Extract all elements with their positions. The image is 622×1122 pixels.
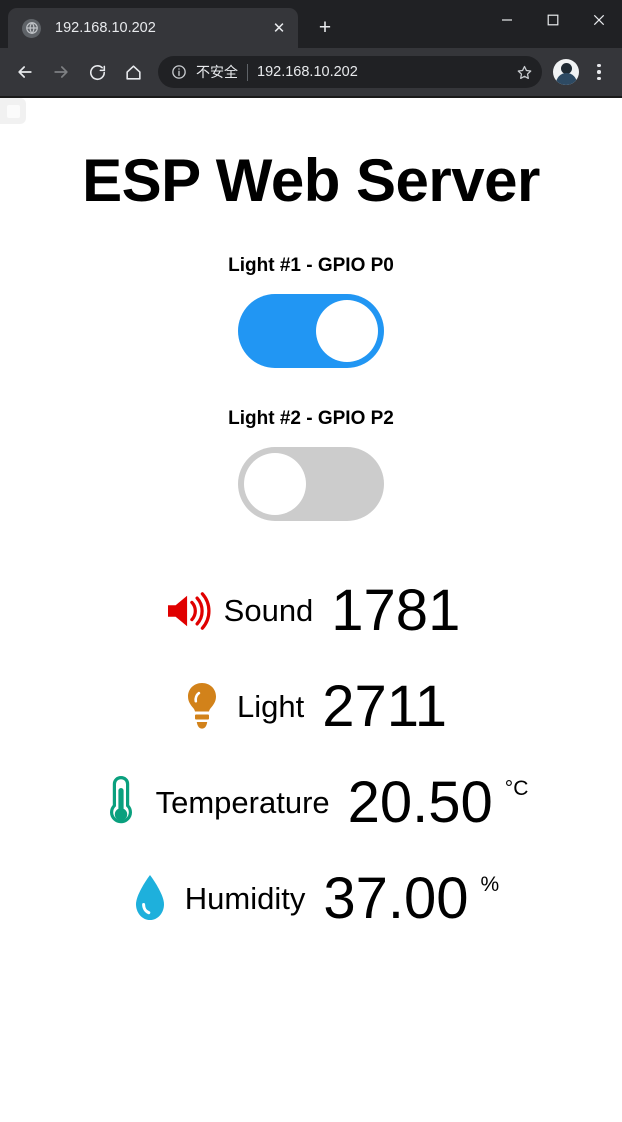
info-circle-icon[interactable] — [170, 63, 188, 81]
menu-dot — [597, 70, 601, 74]
page-viewport: ESP Web Server Light #1 - GPIO P0 Light … — [0, 98, 622, 1122]
page-corner-widget — [0, 98, 26, 124]
menu-dot — [597, 76, 601, 81]
maximize-icon[interactable] — [530, 0, 576, 40]
toggle-light1[interactable] — [238, 294, 384, 368]
page-title: ESP Web Server — [82, 147, 540, 214]
reading-light-value: 2711 — [322, 674, 447, 739]
avatar-body — [555, 73, 577, 85]
reading-light: Light 2711 — [0, 659, 622, 755]
page-corner-widget-inner — [6, 104, 20, 118]
browser-tab[interactable]: 192.168.10.202 ✕ — [8, 8, 298, 48]
toggle-light2[interactable] — [238, 447, 384, 521]
reading-sound-value: 1781 — [331, 578, 461, 643]
globe-icon — [22, 18, 41, 38]
reading-temperature-value: 20.50 — [347, 770, 493, 835]
toggle-light1-knob — [316, 300, 378, 362]
star-icon[interactable] — [512, 60, 536, 84]
home-icon[interactable] — [116, 55, 150, 89]
back-arrow-icon[interactable] — [8, 55, 42, 89]
toggle-light2-knob — [244, 453, 306, 515]
reading-humidity-value: 37.00 — [323, 866, 469, 931]
switch-label-light2: Light #2 - GPIO P2 — [228, 408, 394, 429]
reading-temperature-unit: °C — [504, 777, 529, 800]
omnibox-divider — [247, 63, 248, 81]
reload-icon[interactable] — [80, 55, 114, 89]
forward-arrow-icon — [44, 55, 78, 89]
reading-sound-label: Sound — [223, 593, 314, 628]
reading-temperature-label: Temperature — [155, 785, 330, 820]
window-controls — [484, 0, 622, 40]
reading-light-label: Light — [237, 689, 305, 724]
reading-sound: Sound 1781 — [0, 563, 622, 659]
switch-row-light1 — [0, 294, 622, 368]
tab-close-icon[interactable]: ✕ — [268, 17, 290, 39]
browser-toolbar: 不安全 192.168.10.202 — [0, 48, 622, 96]
reading-humidity-label: Humidity — [184, 881, 306, 916]
minimize-icon[interactable] — [484, 0, 530, 40]
sensor-readings: Sound 1781 Light 2711 Temperature 20.50 … — [0, 563, 622, 947]
three-dot-menu-icon[interactable] — [584, 56, 614, 88]
browser-titlebar: 192.168.10.202 ✕ + — [0, 0, 622, 48]
new-tab-button[interactable]: + — [308, 11, 342, 45]
lightbulb-icon — [175, 680, 229, 734]
menu-dot — [597, 63, 601, 68]
switch-label-light1: Light #1 - GPIO P0 — [228, 255, 394, 276]
url-text[interactable]: 192.168.10.202 — [257, 64, 512, 80]
security-status-text: 不安全 — [196, 65, 238, 81]
browser-window: 192.168.10.202 ✕ + 不安全 192.168.10.202 ES… — [0, 0, 622, 1122]
close-icon[interactable] — [576, 0, 622, 40]
reading-humidity: Humidity 37.00 % — [0, 851, 622, 947]
tab-title: 192.168.10.202 — [55, 20, 156, 36]
reading-temperature: Temperature 20.50 °C — [0, 755, 622, 851]
water-drop-icon — [123, 872, 177, 926]
avatar[interactable] — [553, 59, 579, 85]
reading-humidity-unit: % — [480, 873, 500, 896]
thermometer-icon — [94, 775, 148, 830]
switch-row-light2 — [0, 447, 622, 521]
sound-speaker-icon — [162, 584, 216, 638]
address-bar[interactable]: 不安全 192.168.10.202 — [158, 56, 542, 88]
